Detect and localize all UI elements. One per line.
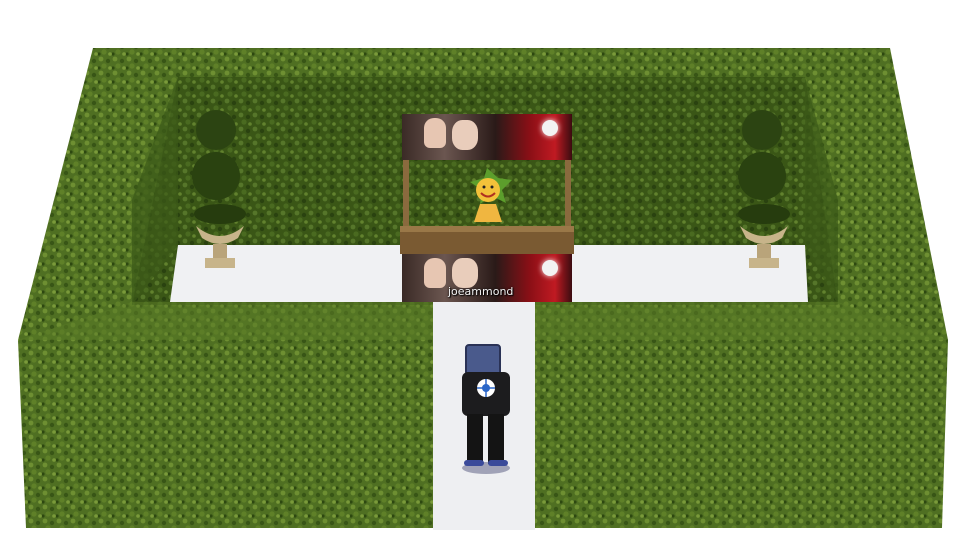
stall-owner-name: joeammond xyxy=(448,285,514,298)
hedge-front-right xyxy=(535,340,948,528)
hedge-front-left xyxy=(18,340,433,528)
snowflake-icon xyxy=(477,379,495,397)
stall-banner-top xyxy=(402,114,572,160)
